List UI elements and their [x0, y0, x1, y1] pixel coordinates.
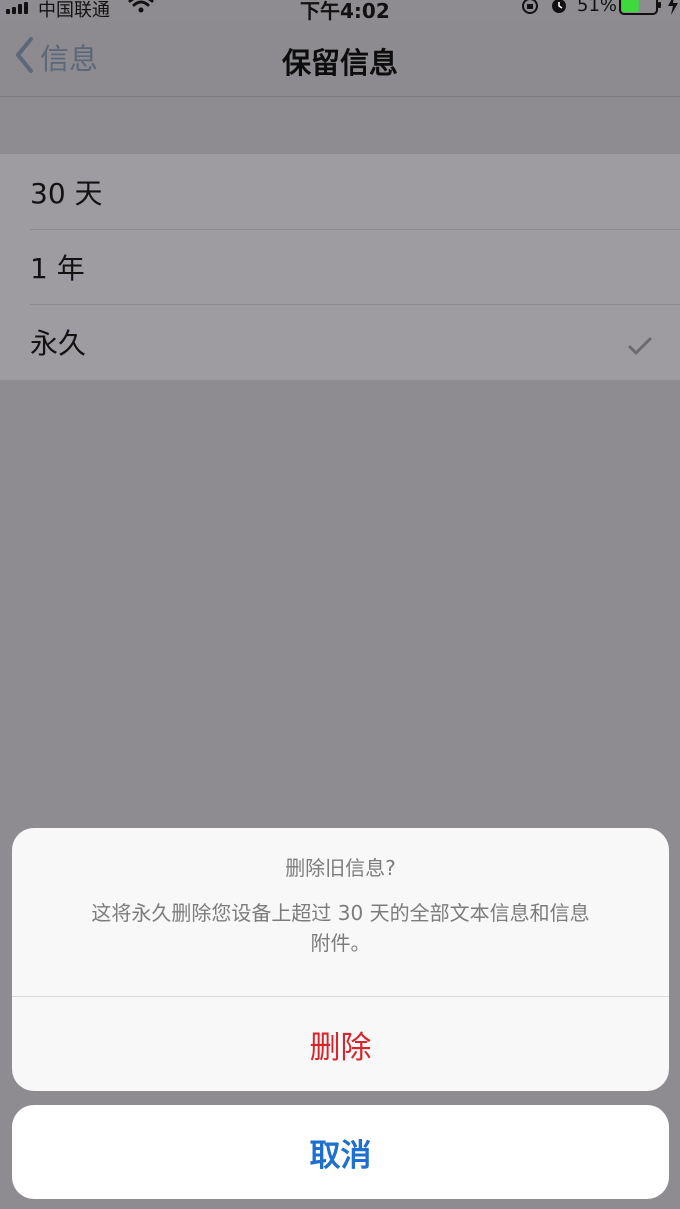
carrier-name: 中国联通	[38, 0, 110, 21]
watermark: 知乎 @林也	[556, 1172, 658, 1194]
option-forever[interactable]: 永久	[0, 304, 680, 379]
option-30-days[interactable]: 30 天	[0, 154, 680, 229]
option-label: 30 天	[30, 176, 103, 210]
retention-options-list: 30 天 1 年 永久	[0, 154, 680, 380]
alert-message-line: 这将永久删除您设备上超过 30 天的全部文本信息和信息	[91, 901, 590, 925]
alert-message: 这将永久删除您设备上超过 30 天的全部文本信息和信息 附件。	[52, 898, 629, 958]
battery-icon	[619, 0, 663, 21]
charging-bolt-icon	[667, 0, 679, 20]
page-title: 保留信息	[281, 46, 398, 80]
delete-confirm-sheet: 删除旧信息? 这将永久删除您设备上超过 30 天的全部文本信息和信息 附件。 删…	[12, 828, 669, 1091]
alarm-icon	[549, 0, 569, 21]
status-bar: 中国联通 下午4:02 51%	[0, 0, 680, 23]
battery-percent: 51%	[577, 0, 618, 16]
checkmark-icon	[628, 330, 652, 363]
signal-icon	[6, 2, 28, 14]
status-time: 下午4:02	[300, 0, 390, 23]
nav-bar: 信息 保留信息	[0, 22, 680, 97]
alert-message-line: 附件。	[310, 931, 371, 955]
option-1-year[interactable]: 1 年	[0, 229, 680, 304]
delete-button[interactable]: 删除	[12, 997, 669, 1091]
option-label: 1 年	[30, 251, 85, 285]
alert-title: 删除旧信息?	[285, 856, 396, 880]
rotation-lock-icon	[520, 0, 540, 21]
wifi-icon	[128, 0, 154, 19]
option-label: 永久	[30, 326, 87, 360]
